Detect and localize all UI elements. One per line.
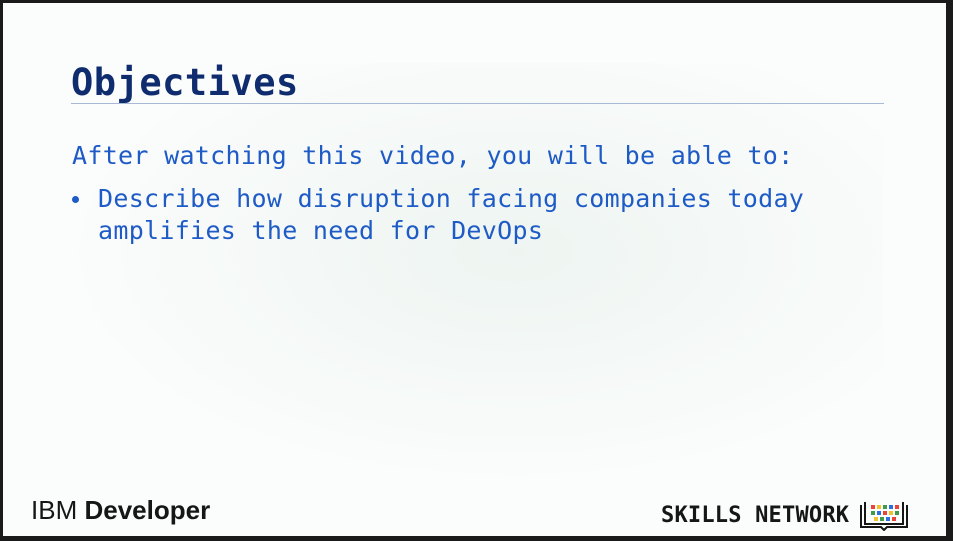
skills-network-text: SKILLS NETWORK [661, 502, 850, 528]
background-blur [63, 63, 883, 483]
objectives-list: Describe how disruption facing companies… [72, 183, 878, 247]
developer-logo-text: Developer [84, 495, 211, 525]
skills-network-logo: SKILLS NETWORK [661, 499, 909, 531]
bullet-icon [72, 196, 79, 203]
slide-title: Objectives [71, 61, 299, 104]
list-item: Describe how disruption facing companies… [72, 183, 878, 247]
ibm-developer-logo: IBM Developer [31, 495, 210, 526]
slide: Objectives After watching this video, yo… [3, 3, 946, 536]
ibm-logo-text: IBM [31, 495, 78, 525]
intro-text: After watching this video, you will be a… [72, 141, 794, 170]
book-pixels-icon [860, 502, 909, 531]
title-divider [71, 103, 884, 104]
bullet-text: Describe how disruption facing companies… [98, 184, 805, 245]
